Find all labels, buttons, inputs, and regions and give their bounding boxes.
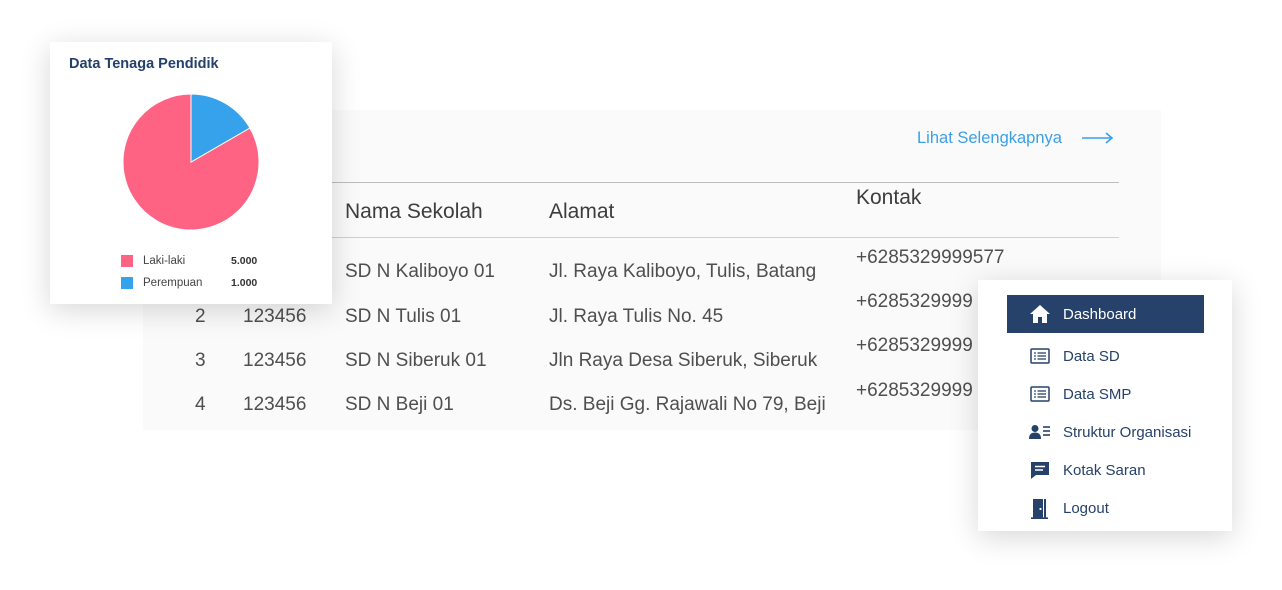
- legend-value-male: 5.000: [231, 255, 258, 267]
- list-icon: [1028, 382, 1052, 406]
- table-row-4-school-name: SD N Beji 01: [345, 394, 454, 415]
- legend-swatch-male: [121, 255, 133, 267]
- menu-label-data-sd: Data SD: [1063, 347, 1120, 365]
- table-row-4-npsn: 123456: [243, 394, 307, 415]
- table-row-3-npsn: 123456: [243, 350, 307, 371]
- table-row-2-npsn: 123456: [243, 306, 307, 327]
- menu-item-data-sd[interactable]: Data SD: [1007, 337, 1204, 375]
- table-row-1-address: Jl. Raya Kaliboyo, Tulis, Batang: [549, 261, 817, 282]
- menu-item-data-smp[interactable]: Data SMP: [1007, 375, 1204, 413]
- menu-label-data-smp: Data SMP: [1063, 385, 1132, 403]
- menu-label-logout: Logout: [1063, 499, 1109, 517]
- arrow-right-icon: [1081, 132, 1114, 144]
- see-more-label: Lihat Selengkapnya: [917, 129, 1062, 147]
- column-header-contact: Kontak: [856, 186, 922, 209]
- legend-value-female: 1.000: [231, 277, 258, 289]
- table-row-4-address: Ds. Beji Gg. Rajawali No 79, Beji: [549, 394, 826, 415]
- menu-item-struktur-organisasi[interactable]: Struktur Organisasi: [1007, 413, 1204, 451]
- column-header-address: Alamat: [549, 200, 615, 223]
- navigation-menu: Dashboard Data SD Data SMP Struktur Orga…: [978, 280, 1232, 531]
- message-icon: [1028, 458, 1052, 482]
- menu-item-logout[interactable]: Logout: [1007, 489, 1204, 527]
- list-icon: [1028, 344, 1052, 368]
- table-row-2-address: Jl. Raya Tulis No. 45: [549, 306, 724, 327]
- pie-chart: [122, 93, 260, 231]
- table-row-3-school-name: SD N Siberuk 01: [345, 350, 487, 371]
- contact-phone-2: +6285329999: [856, 291, 973, 312]
- table-row-1-school-name: SD N Kaliboyo 01: [345, 261, 495, 282]
- table-row-3-number: 3: [195, 350, 206, 371]
- contact-phone-3: +6285329999: [856, 335, 973, 356]
- table-header-top-divider: [328, 182, 1119, 183]
- table-row-2-number: 2: [195, 306, 206, 327]
- legend-swatch-female: [121, 277, 133, 289]
- menu-item-kotak-saran[interactable]: Kotak Saran: [1007, 451, 1204, 489]
- teacher-data-card: Data Tenaga Pendidik Laki-laki 5.000 Per…: [50, 42, 332, 304]
- table-row-4-number: 4: [195, 394, 206, 415]
- menu-label-kotak-saran: Kotak Saran: [1063, 461, 1146, 479]
- user-list-icon: [1028, 420, 1052, 444]
- legend-item-male: Laki-laki 5.000: [121, 254, 257, 268]
- table-row-3-address: Jln Raya Desa Siberuk, Siberuk: [549, 350, 818, 371]
- see-more-link[interactable]: Lihat Selengkapnya: [917, 128, 1114, 148]
- contact-phone-4: +6285329999: [856, 380, 973, 401]
- table-row-2-school-name: SD N Tulis 01: [345, 306, 462, 327]
- menu-item-dashboard[interactable]: Dashboard: [1007, 295, 1204, 333]
- legend-label-female: Perempuan: [143, 277, 203, 289]
- contact-phone-1: +6285329999577: [856, 247, 1005, 268]
- home-icon: [1028, 302, 1052, 326]
- table-header-bottom-divider: [328, 237, 1119, 238]
- column-header-school-name: Nama Sekolah: [345, 200, 483, 223]
- menu-label-dashboard: Dashboard: [1063, 305, 1137, 323]
- legend-item-female: Perempuan 1.000: [121, 276, 257, 290]
- door-icon: [1028, 496, 1052, 520]
- menu-label-struktur-organisasi: Struktur Organisasi: [1063, 423, 1192, 441]
- legend-label-male: Laki-laki: [143, 255, 186, 267]
